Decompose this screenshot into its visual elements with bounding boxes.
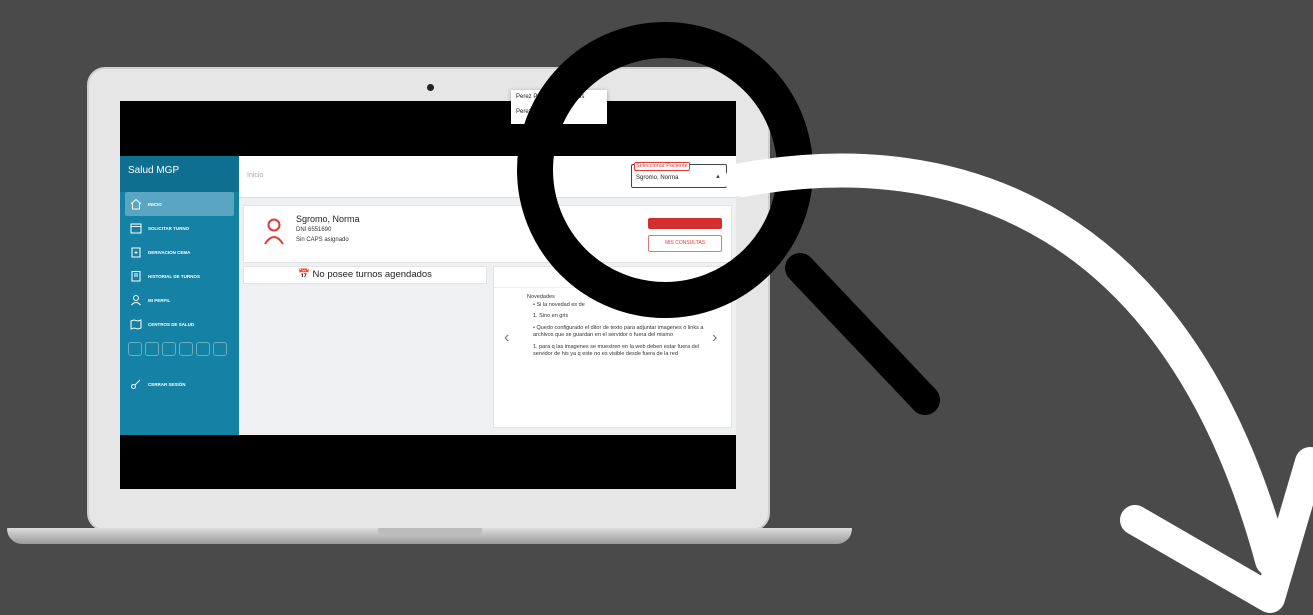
history-icon — [130, 270, 142, 282]
patient-dropdown: Perez Perez, Juan Carlos Perez Perez, Ju… — [511, 90, 607, 124]
patient-select-value: Sgromo, Norma — [636, 175, 679, 181]
sidebar-item-centros[interactable]: CENTROS DE SALUD — [120, 312, 239, 336]
logout-label: CERRAR SESIÓN — [148, 381, 186, 387]
logout-button[interactable]: CERRAR SESIÓN — [120, 372, 239, 396]
sidebar-item-label: MI PERFIL — [148, 297, 171, 303]
caret-up-icon: ▲ — [715, 174, 721, 180]
novedades-body: Novedades • Si la novedad es de 1. Sino … — [527, 294, 707, 363]
map-icon — [130, 318, 142, 330]
app-window: Salud MGP INICIO SOLICITAR TURNO DERIVAC… — [120, 156, 736, 435]
primary-action-button[interactable] — [648, 218, 722, 229]
calendar-icon — [130, 222, 142, 234]
sidebar-item-label: SOLICITAR TURNO — [148, 225, 190, 231]
patient-card: Sgromo, Norma DNI 6551690 Sin CAPS asign… — [243, 205, 732, 263]
chevron-right-icon[interactable]: › — [712, 329, 717, 347]
turnos-empty-text: No posee turnos agendados — [312, 269, 432, 280]
sidebar-item-inicio[interactable]: INICIO — [125, 192, 234, 216]
patient-name: Sgromo, Norma — [296, 214, 360, 224]
arrow-head-icon — [1120, 447, 1313, 613]
dropdown-option[interactable]: Perez Perez, Juana — [511, 105, 607, 120]
patient-select-label: Seleccionar Paciente — [634, 162, 690, 171]
patient-caps: Sin CAPS asignado — [296, 237, 349, 243]
brand-title: Salud MGP — [120, 156, 239, 192]
laptop-screen: Salud MGP INICIO SOLICITAR TURNO DERIVAC… — [120, 101, 736, 489]
laptop-notch — [378, 528, 482, 536]
novedades-panel: edades ‹ › Novedades • Si la novedad es … — [493, 266, 732, 428]
curved-arrow-icon — [725, 153, 1289, 577]
sidebar-item-label: HISTORIAL DE TURNOS — [148, 273, 200, 279]
decorative-icons — [120, 336, 239, 362]
breadcrumb: Inicio — [247, 172, 264, 179]
sidebar-item-label: INICIO — [148, 201, 162, 207]
top-bar: Inicio Seleccionar Paciente Sgromo, Norm… — [239, 156, 736, 198]
novedades-item: 1. para q las imagenes se muestren en la… — [533, 343, 700, 358]
patient-dni: DNI 6551690 — [296, 227, 332, 233]
home-icon — [130, 198, 142, 210]
magnifier-handle — [785, 253, 940, 415]
sidebar-item-historial[interactable]: HISTORIAL DE TURNOS — [120, 264, 239, 288]
novedades-item: • Quedo configurado el ditor de texto pa… — [533, 324, 704, 339]
chevron-left-icon[interactable]: ‹ — [504, 329, 509, 347]
sidebar: Salud MGP INICIO SOLICITAR TURNO DERIVAC… — [120, 156, 239, 435]
novedades-heading: Novedades — [527, 294, 555, 300]
patient-select[interactable]: Seleccionar Paciente Sgromo, Norma ▲ — [631, 162, 727, 188]
key-icon — [130, 378, 142, 390]
sidebar-item-mi-perfil[interactable]: MI PERFIL — [120, 288, 239, 312]
dropdown-option[interactable]: Perez Perez, Juan Carlos — [511, 90, 607, 105]
sidebar-item-solicitar-turno[interactable]: SOLICITAR TURNO — [120, 216, 239, 240]
turnos-panel: 📅 No posee turnos agendados — [243, 266, 487, 284]
camera-icon — [427, 84, 434, 91]
novedades-item: 1. Sino en gris — [533, 313, 569, 319]
mis-consultas-button[interactable]: MIS CONSULTAS — [648, 235, 722, 252]
sidebar-item-label: DERIVACION CEMA — [148, 249, 191, 255]
novedades-item: • Si la novedad es de — [533, 301, 585, 308]
sidebar-item-label: CENTROS DE SALUD — [148, 321, 195, 327]
user-icon — [130, 294, 142, 306]
novedades-title: edades — [494, 267, 731, 288]
sidebar-item-derivacion-cema[interactable]: DERIVACION CEMA — [120, 240, 239, 264]
calendar-icon: 📅 — [298, 269, 313, 280]
avatar-icon — [264, 218, 284, 245]
clipboard-icon — [130, 246, 142, 258]
